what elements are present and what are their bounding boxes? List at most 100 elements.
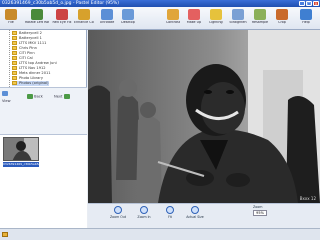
thumbnail-photo <box>4 138 38 160</box>
close-button[interactable]: × <box>313 1 319 6</box>
thumbnail-strip: 0326391469_c30b5ab5d... <box>0 134 87 228</box>
folder-icon <box>12 76 17 80</box>
back-button[interactable]: Back <box>27 94 43 99</box>
toolbar-label: Resample <box>251 21 269 24</box>
toolbar-label: Enhance Colors <box>74 21 94 24</box>
folder-label: Chris Pinn <box>19 46 37 50</box>
status-bar <box>0 228 320 240</box>
toolbar-label: Red Eye Fix <box>52 21 72 24</box>
zoom-toolbar: Zoom Out Zoom In Fit Actual Size Zoom 95… <box>88 203 320 228</box>
folder-icon <box>12 71 17 75</box>
thumbnail-caption: 0326391469_c30b5ab5d... <box>3 162 39 167</box>
image-canvas[interactable]: Bxxx 12 <box>88 30 320 203</box>
view-button[interactable] <box>2 91 8 96</box>
toolbar-straighten-button[interactable]: Straighten <box>228 8 248 29</box>
unrotate-icon <box>101 9 113 20</box>
folder-label: Batterycell 1 <box>19 36 42 40</box>
next-button[interactable]: Next <box>54 94 70 99</box>
view-label: View <box>2 99 11 103</box>
minimize-button[interactable]: _ <box>299 1 305 6</box>
tree-line <box>9 30 10 87</box>
toolbar-rotate-button[interactable]: Rotate Left Rotate Right <box>25 8 49 29</box>
navigation-panel: View Back Next <box>0 87 87 134</box>
folder-icon <box>12 41 17 45</box>
window-controls: _ □ × <box>299 1 319 6</box>
rotate-icon <box>31 9 43 20</box>
folder-icon <box>12 56 17 60</box>
toolbar-label: Lighting <box>209 21 223 24</box>
zoom-out-button[interactable]: Zoom Out <box>110 206 126 219</box>
view-icon <box>2 91 8 96</box>
folder-icon <box>12 61 17 65</box>
help-icon <box>300 9 312 20</box>
toolbar-label: Straighten <box>229 21 247 24</box>
zoom-input[interactable]: 95% <box>253 210 267 216</box>
toolbar-enhance-button[interactable]: Enhance Colors <box>74 8 94 29</box>
next-arrow-icon <box>63 94 70 99</box>
folder-label: LTTS MKV 1111 <box>19 41 47 45</box>
contrast-icon <box>167 9 179 20</box>
zoom-in-label: Zoom In <box>137 215 151 219</box>
maximize-button[interactable]: □ <box>306 1 312 6</box>
folder-label: Photo Library <box>19 76 43 80</box>
straighten-icon <box>232 9 244 20</box>
back-label: Back <box>34 94 43 99</box>
main-toolbar: File Rotate Left Rotate Right Red Eye Fi… <box>0 7 320 30</box>
red-eye-icon <box>56 9 68 20</box>
folder-label: CITI Pinn <box>19 51 35 55</box>
folder-icon <box>12 51 17 55</box>
fit-label: Fit <box>168 215 172 219</box>
desktop-icon <box>122 9 134 20</box>
folder-label: Batterycell 2 <box>19 31 42 35</box>
zoom-out-label: Zoom Out <box>110 215 126 219</box>
toolbar-help-button[interactable]: Help <box>296 8 316 29</box>
toolbar-unrotate-button[interactable]: Unrotate <box>97 8 117 29</box>
toolbar-crop-button[interactable]: Crop <box>272 8 292 29</box>
toolbar-label: Crop <box>278 21 286 24</box>
toolbar-red-eye-button[interactable]: Red Eye Fix <box>52 8 72 29</box>
toolbar-label: File <box>8 21 14 24</box>
toolbar-label: Make Up <box>186 21 202 24</box>
toolbar-lighting-button[interactable]: Lighting <box>206 8 226 29</box>
folder-icon <box>12 46 17 50</box>
actual-size-label: Actual Size <box>186 215 204 219</box>
zoom-in-button[interactable]: Zoom In <box>136 206 152 219</box>
makeup-icon <box>188 9 200 20</box>
photo <box>88 30 320 203</box>
back-arrow-icon <box>27 94 33 99</box>
file-icon <box>5 9 17 20</box>
toolbar-label: Desktop <box>121 21 135 24</box>
lighting-icon <box>210 9 222 20</box>
actual-size-button[interactable]: Actual Size <box>184 206 206 219</box>
toolbar-makeup-button[interactable]: Make Up <box>184 8 204 29</box>
thumbnail-image[interactable] <box>3 137 39 161</box>
folder-label: Photos (original) <box>19 81 49 85</box>
folder-label: Mets dinner 2011 <box>19 71 51 75</box>
fit-button[interactable]: Fit <box>162 206 178 219</box>
folder-label: LTTS top Andrew Juni <box>19 61 57 65</box>
toolbar-file-button[interactable]: File <box>1 8 21 29</box>
toolbar-label: Contrast <box>165 21 181 24</box>
zoom-label: Zoom <box>253 205 263 209</box>
folder-item-selected[interactable]: Photos (original) <box>12 81 49 86</box>
next-label: Next <box>54 94 63 99</box>
window-title: 0326391469_c30b5ab5d_o.jpg - Pastel Edit… <box>2 1 120 6</box>
actual-size-icon <box>191 206 199 214</box>
toolbar-label: Unrotate <box>99 21 115 24</box>
folder-label: CITI Cal <box>19 56 33 60</box>
zoom-in-icon <box>140 206 148 214</box>
folder-icon <box>12 66 17 70</box>
resample-icon <box>254 9 266 20</box>
folder-icon <box>12 36 17 40</box>
status-folder-icon <box>2 232 8 237</box>
toolbar-resample-button[interactable]: Resample <box>250 8 270 29</box>
folder-icon <box>12 31 17 35</box>
folder-label: LTTS Nov 1912 <box>19 66 46 70</box>
photo-watermark: Bxxx 12 <box>299 196 316 201</box>
crop-icon <box>276 9 288 20</box>
folder-tree: Batterycell 2 Batterycell 1 LTTS MKV 111… <box>0 30 87 87</box>
enhance-icon <box>78 9 90 20</box>
toolbar-contrast-button[interactable]: Contrast <box>163 8 183 29</box>
toolbar-desktop-button[interactable]: Desktop <box>118 8 138 29</box>
toolbar-label: Help <box>302 21 310 24</box>
